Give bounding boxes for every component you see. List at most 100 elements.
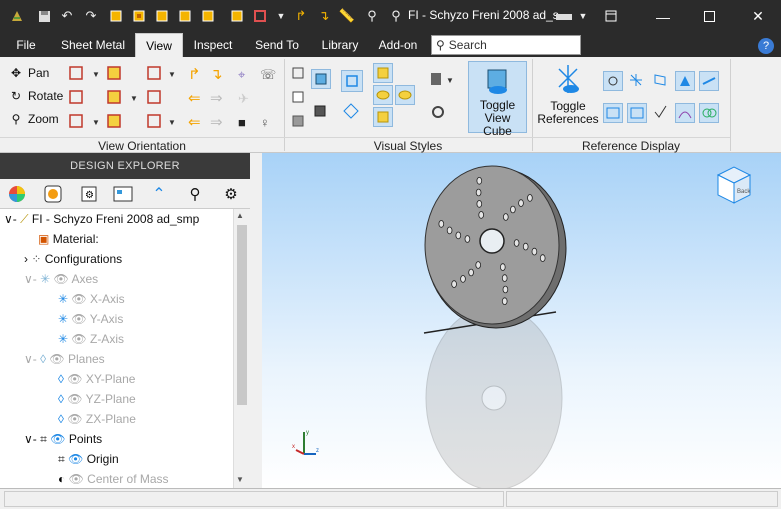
drawings-icon[interactable] xyxy=(112,183,134,205)
import-icon[interactable] xyxy=(199,7,217,25)
quick-access-dropdown-icon[interactable]: ▼ xyxy=(272,7,290,25)
tab-add-on[interactable]: Add-on xyxy=(375,33,421,57)
explorer-settings-icon[interactable]: ⚙ xyxy=(220,183,242,205)
tab-view-icon[interactable] xyxy=(602,7,620,25)
perspective-icon[interactable] xyxy=(341,70,363,92)
tree-item-y-axis[interactable]: ✳ 👁 Y-Axis xyxy=(58,309,123,329)
toggle-view-cube-button[interactable]: Toggle View Cube xyxy=(468,61,527,138)
toggle-references-button[interactable]: Toggle References xyxy=(537,63,599,135)
explorer-search-icon[interactable]: ⚲ xyxy=(184,183,206,205)
show-coordinate-systems-icon[interactable] xyxy=(675,71,695,91)
properties-icon[interactable] xyxy=(251,7,269,25)
materials-icon[interactable] xyxy=(42,183,64,205)
environment-dropdown[interactable]: ▼ xyxy=(429,71,459,89)
move-icon[interactable]: ↱ xyxy=(292,7,310,25)
tab-sheet-metal[interactable]: Sheet Metal xyxy=(56,33,130,57)
redo-icon[interactable]: ↷ xyxy=(82,7,100,25)
planes-icon: ◊ xyxy=(40,352,47,366)
show-annotations-icon[interactable] xyxy=(603,103,623,123)
maximize-button[interactable] xyxy=(686,0,732,33)
search-icon[interactable]: ⚲ xyxy=(387,7,405,25)
tree-item-yz-plane[interactable]: ◊ 👁 YZ-Plane xyxy=(58,389,136,409)
save-icon[interactable] xyxy=(35,7,53,25)
tree-item-points[interactable]: ∨- ⌗ 👁 Points xyxy=(24,429,102,449)
appearance-icon[interactable] xyxy=(6,183,28,205)
tree-item-root[interactable]: ∨- ⟋ FI - Schyzo Freni 2008 ad_smp xyxy=(4,209,199,229)
visibility-eye-icon[interactable]: 👁 xyxy=(50,432,65,446)
show-points-icon[interactable] xyxy=(603,71,623,91)
config-dropdown-icon[interactable]: ▼ xyxy=(574,7,592,25)
open-icon[interactable] xyxy=(176,7,194,25)
search-input[interactable]: ⚲ Search xyxy=(431,35,581,55)
export-icon[interactable] xyxy=(228,7,246,25)
close-button[interactable]: ✕ xyxy=(735,0,781,33)
minimize-button[interactable]: — xyxy=(640,0,686,33)
measure-icon[interactable]: 📏 xyxy=(338,7,356,25)
visibility-eye-icon[interactable]: 👁 xyxy=(69,472,84,486)
tree-item-x-axis[interactable]: ✳ 👁 X-Axis xyxy=(58,289,125,309)
collapse-all-icon[interactable]: ⌃ xyxy=(148,183,170,205)
model-canvas[interactable] xyxy=(262,153,781,491)
new-assembly-icon[interactable] xyxy=(130,7,148,25)
scroll-thumb[interactable] xyxy=(237,225,247,405)
pan-button[interactable]: ✥ Pan xyxy=(8,65,49,81)
toggle-view-cube-line2: View Cube xyxy=(483,111,512,138)
tab-view[interactable]: View xyxy=(135,33,183,57)
realistic-style-icon[interactable] xyxy=(290,113,310,133)
transparency-icon[interactable] xyxy=(373,63,393,83)
rotate-button[interactable]: ↻ Rotate xyxy=(8,88,63,104)
show-dimensions-icon[interactable] xyxy=(627,103,647,123)
zoom-button[interactable]: ⚲ Zoom xyxy=(8,111,59,127)
shaded-edges-icon[interactable] xyxy=(312,103,332,123)
wireframe-style-icon[interactable] xyxy=(290,65,310,85)
undo-icon[interactable]: ↶ xyxy=(58,7,76,25)
tree-item-axes[interactable]: ∨- ✳ 👁 Axes xyxy=(24,269,98,289)
tree-item-center-of-mass[interactable]: ◐ 👁 Center of Mass xyxy=(58,469,169,488)
reflections-icon[interactable] xyxy=(395,85,415,105)
hidden-lines-icon[interactable] xyxy=(290,89,310,109)
show-planes-icon[interactable] xyxy=(651,71,671,91)
tree-item-material[interactable]: ▣ Material: xyxy=(38,229,99,249)
visibility-eye-icon[interactable]: 👁 xyxy=(71,292,86,306)
visibility-eye-icon[interactable]: 👁 xyxy=(67,412,82,426)
tree-scrollbar[interactable]: ▲ ▼ xyxy=(233,209,250,488)
scroll-down-icon[interactable]: ▼ xyxy=(236,475,244,484)
visibility-eye-icon[interactable]: 👁 xyxy=(67,372,82,386)
new-part-icon[interactable] xyxy=(107,7,125,25)
tree-item-planes[interactable]: ∨- ◊ 👁 Planes xyxy=(24,349,105,369)
zoom-tool-icon[interactable]: ⚲ xyxy=(363,7,381,25)
show-connections-icon[interactable] xyxy=(699,103,719,123)
show-sketches-icon[interactable] xyxy=(699,71,719,91)
tab-library[interactable]: Library xyxy=(316,33,364,57)
tree-item-configurations[interactable]: › ⁘ Configurations xyxy=(24,249,122,269)
rotate-part-icon[interactable]: ↴ xyxy=(315,7,333,25)
shaded-style-icon[interactable] xyxy=(311,69,331,89)
scroll-up-icon[interactable]: ▲ xyxy=(236,211,244,220)
visibility-eye-icon[interactable]: 👁 xyxy=(67,392,82,406)
visibility-eye-icon[interactable]: 👁 xyxy=(68,452,83,466)
config-selector[interactable] xyxy=(556,14,572,20)
tree-item-xy-plane[interactable]: ◊ 👁 XY-Plane xyxy=(58,369,135,389)
parts-icon[interactable]: ⚙ xyxy=(78,183,100,205)
visibility-eye-icon[interactable]: 👁 xyxy=(54,272,69,286)
help-icon[interactable]: ? xyxy=(758,38,774,54)
render-settings-icon[interactable] xyxy=(429,103,449,123)
tree-item-origin[interactable]: ⌗ 👁 Origin xyxy=(58,449,119,469)
section-view-icon[interactable] xyxy=(341,101,363,123)
visibility-eye-icon[interactable]: 👁 xyxy=(71,312,86,326)
view-cube[interactable]: Back xyxy=(710,163,756,209)
tab-send-to[interactable]: Send To xyxy=(250,33,304,57)
tab-inspect[interactable]: Inspect xyxy=(188,33,238,57)
tree-item-zx-plane[interactable]: ◊ 👁 ZX-Plane xyxy=(58,409,136,429)
show-constraints-icon[interactable] xyxy=(651,103,671,123)
show-curves-icon[interactable] xyxy=(675,103,695,123)
floor-icon[interactable] xyxy=(373,107,393,127)
new-drawing-icon[interactable] xyxy=(153,7,171,25)
show-axes-icon[interactable] xyxy=(627,71,647,91)
visibility-eye-icon[interactable]: 👁 xyxy=(71,332,86,346)
shadows-icon[interactable] xyxy=(373,85,393,105)
3d-viewport[interactable]: Back y z x xyxy=(262,153,781,491)
tab-file[interactable]: File xyxy=(10,33,42,57)
visibility-eye-icon[interactable]: 👁 xyxy=(49,352,64,366)
tree-item-z-axis[interactable]: ✳ 👁 Z-Axis xyxy=(58,329,124,349)
